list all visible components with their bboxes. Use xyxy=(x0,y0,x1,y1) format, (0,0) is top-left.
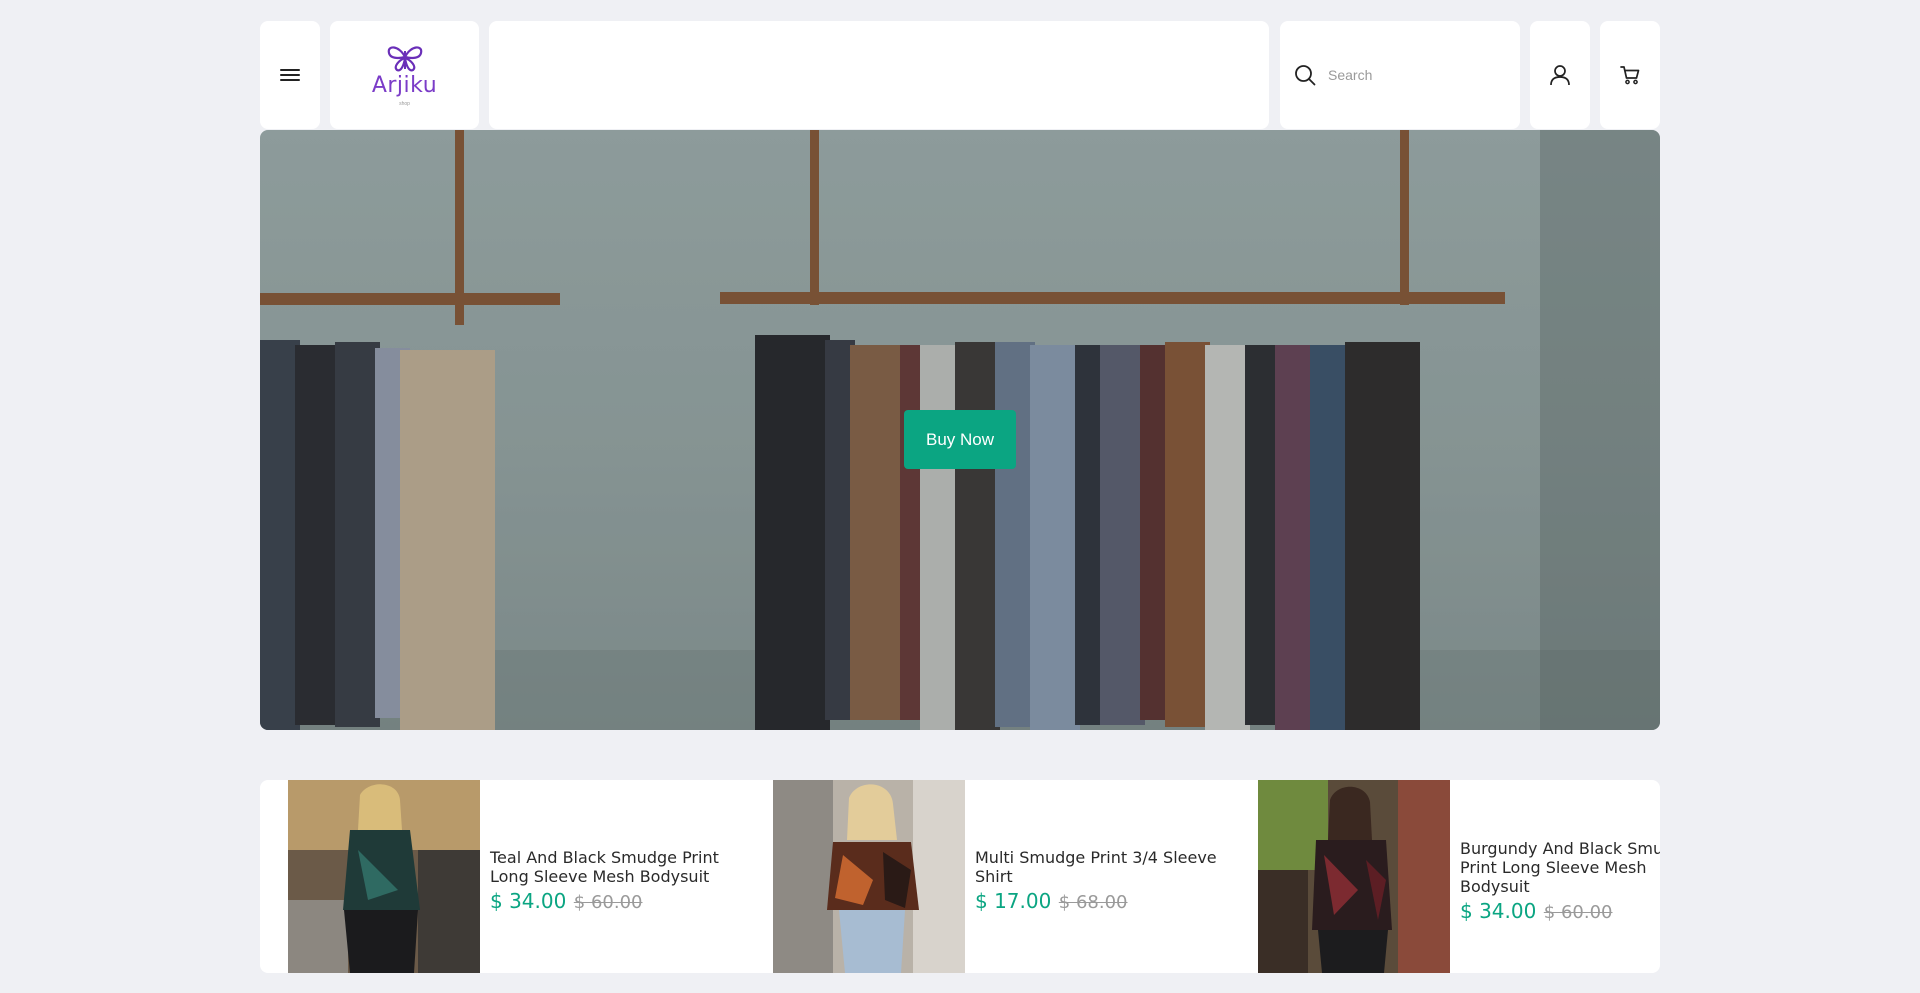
product-name[interactable]: Burgundy And Black Smudge Print Long Sle… xyxy=(1460,839,1660,896)
product-image[interactable] xyxy=(1258,780,1450,973)
product-carousel: Teal And Black Smudge Print Long Sleeve … xyxy=(260,780,1660,973)
product-old-price: $ 60.00 xyxy=(1543,901,1613,923)
product-info: Teal And Black Smudge Print Long Sleeve … xyxy=(480,840,748,913)
user-icon xyxy=(1549,64,1571,86)
header-banner-area xyxy=(489,21,1269,129)
product-info: Burgundy And Black Smudge Print Long Sle… xyxy=(1450,831,1660,923)
product-info: Multi Smudge Print 3/4 Sleeve Shirt $ 17… xyxy=(965,840,1233,913)
search-input[interactable] xyxy=(1328,67,1498,83)
price-row: $ 17.00 $ 68.00 xyxy=(975,889,1233,913)
product-card[interactable]: Burgundy And Black Smudge Print Long Sle… xyxy=(1258,780,1660,973)
product-price: $ 17.00 xyxy=(975,889,1052,913)
logo-subtitle: shop xyxy=(399,101,410,107)
cart-icon xyxy=(1619,64,1641,86)
menu-button[interactable] xyxy=(260,21,320,129)
product-image[interactable] xyxy=(288,780,480,973)
product-name[interactable]: Teal And Black Smudge Print Long Sleeve … xyxy=(490,848,748,886)
search-bar[interactable] xyxy=(1280,21,1520,129)
product-card[interactable]: Multi Smudge Print 3/4 Sleeve Shirt $ 17… xyxy=(773,780,1243,973)
product-old-price: $ 68.00 xyxy=(1058,892,1128,913)
site-header: Arjiku shop xyxy=(260,21,1660,129)
product-price: $ 34.00 xyxy=(490,889,567,913)
search-icon[interactable] xyxy=(1294,64,1316,86)
logo[interactable]: Arjiku shop xyxy=(330,21,479,129)
product-price: $ 34.00 xyxy=(1460,898,1537,923)
price-row: $ 34.00 $ 60.00 xyxy=(490,889,748,913)
product-name[interactable]: Multi Smudge Print 3/4 Sleeve Shirt xyxy=(975,848,1233,886)
product-card[interactable]: Teal And Black Smudge Print Long Sleeve … xyxy=(288,780,758,973)
logo-name: Arjiku xyxy=(371,73,438,98)
butterfly-icon xyxy=(385,43,425,73)
hero-banner: Buy Now xyxy=(260,130,1660,730)
buy-now-button[interactable]: Buy Now xyxy=(904,410,1016,469)
product-image[interactable] xyxy=(773,780,965,973)
account-button[interactable] xyxy=(1530,21,1590,129)
product-old-price: $ 60.00 xyxy=(573,892,643,913)
cart-button[interactable] xyxy=(1600,21,1660,129)
hamburger-menu-icon xyxy=(280,67,300,83)
price-row: $ 34.00 $ 60.00 xyxy=(1460,899,1660,923)
